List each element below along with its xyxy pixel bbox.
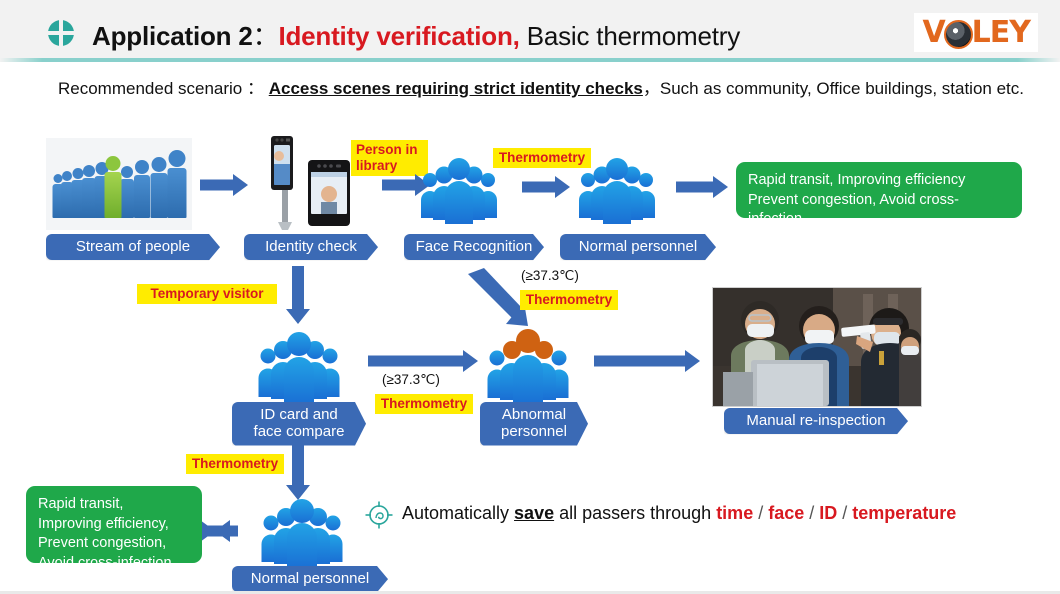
banner-label: Identity check bbox=[265, 238, 357, 255]
greenbox-line1: Rapid transit, bbox=[38, 496, 124, 512]
banner-abnormal-personnel: Abnormal personnel bbox=[480, 402, 588, 446]
arrow-identity-down-to-idcard bbox=[285, 266, 311, 324]
highlight-thermometry-4: Thermometry bbox=[186, 454, 284, 475]
footer-save-word: save bbox=[514, 503, 555, 523]
label-line-2: library bbox=[356, 158, 398, 174]
people-group-face-recognition bbox=[418, 156, 500, 226]
banner-label: Face Recognition bbox=[415, 238, 533, 255]
footer-face: face bbox=[768, 503, 805, 523]
camera-lens-icon bbox=[943, 20, 973, 49]
banner-normal-personnel-bottom: Normal personnel bbox=[232, 566, 388, 592]
footer-sep-2: / bbox=[804, 503, 820, 523]
highlight-label: Thermometry bbox=[498, 150, 586, 165]
banner-label: Manual re-inspection bbox=[746, 412, 886, 429]
slide: Application 2：Identity verification, Bas… bbox=[0, 0, 1060, 594]
arrow-abnormal-to-photo bbox=[594, 350, 700, 372]
banner-face-recognition: Face Recognition bbox=[404, 234, 544, 260]
banner-normal-personnel-top: Normal personnel bbox=[560, 234, 716, 260]
footer-sep-3: / bbox=[837, 503, 853, 523]
banner-stream-of-people: Stream of people bbox=[46, 234, 220, 260]
greenbox-line3: Prevent congestion, bbox=[38, 535, 167, 552]
label-line-2: personnel bbox=[501, 423, 567, 441]
greenbox-top-right: Rapid transit, Improving efficiency Prev… bbox=[736, 162, 1022, 227]
people-group-id-card-compare bbox=[255, 330, 343, 406]
scenario-rest: ，Such as community, Office buildings, st… bbox=[642, 79, 1024, 98]
arrow-normal-to-greenbox-bottom bbox=[200, 520, 252, 542]
arrow-face-to-normal bbox=[522, 176, 570, 198]
banner-manual-reinspection: Manual re-inspection bbox=[724, 408, 908, 434]
circle-cross-icon bbox=[48, 20, 74, 46]
banner-identity-check: Identity check bbox=[244, 234, 378, 260]
arrow-idcard-down-to-normal bbox=[285, 442, 311, 500]
arrow-stream-to-identity bbox=[200, 174, 248, 196]
footer-id: ID bbox=[819, 503, 838, 523]
stream-of-people-photo bbox=[46, 138, 192, 230]
arrow-idcard-to-abnormal bbox=[368, 350, 478, 372]
footer-text-2: all passers through bbox=[554, 503, 717, 523]
title-highlight: Identity verification, bbox=[278, 21, 520, 51]
highlight-label: Thermometry bbox=[191, 456, 279, 471]
scenario-emphasis: Access scenes requiring strict identity … bbox=[268, 79, 643, 98]
greenbox-bottom-left: Rapid transit, Improving efficiency, Pre… bbox=[26, 486, 202, 571]
highlight-label: Temporary visitor bbox=[150, 286, 264, 301]
people-group-normal-personnel-bottom bbox=[258, 498, 346, 570]
people-group-abnormal-personnel bbox=[484, 328, 572, 406]
target-scope-icon bbox=[364, 500, 394, 530]
label-line-2: face compare bbox=[253, 423, 345, 441]
footer-save-statement: Automatically save all passers through t… bbox=[402, 503, 956, 524]
greenbox-line4: Avoid cross-infection. bbox=[38, 554, 176, 571]
footer-time: time bbox=[716, 503, 754, 523]
slide-header: Application 2：Identity verification, Bas… bbox=[0, 0, 1060, 62]
banner-label: Stream of people bbox=[75, 238, 191, 255]
greenbox-line2: Improving efficiency, bbox=[38, 515, 169, 532]
footer-sep-1: / bbox=[753, 503, 769, 523]
temperature-note-lower: (≥37.3℃) bbox=[382, 372, 440, 387]
face-terminal-pole-device bbox=[268, 134, 302, 230]
highlight-label: Thermometry bbox=[525, 292, 613, 307]
arrow-normal-to-greenbox bbox=[676, 176, 728, 198]
label-line-1: Abnormal bbox=[501, 406, 567, 423]
footer-text-1: Automatically bbox=[402, 503, 515, 523]
temperature-note-upper: (≥37.3℃) bbox=[521, 268, 579, 283]
recommended-scenario-line: Recommended scenario ： Access scenes req… bbox=[58, 74, 1048, 99]
highlight-thermometry-3: Thermometry bbox=[375, 394, 473, 415]
title-colon: ： bbox=[252, 21, 279, 51]
highlight-thermometry-2: Thermometry bbox=[520, 290, 618, 311]
header-underline bbox=[0, 58, 1060, 62]
greenbox-line1: Rapid transit, Improving efficiency bbox=[748, 172, 966, 188]
logo-text: V LEY bbox=[922, 15, 1031, 50]
page-title: Application 2：Identity verification, Bas… bbox=[92, 16, 740, 53]
highlight-temporary-visitor: Temporary visitor bbox=[137, 284, 277, 305]
title-rest: Basic thermometry bbox=[519, 21, 741, 51]
banner-label: Normal personnel bbox=[578, 238, 698, 255]
label-line-1: Person in bbox=[356, 142, 418, 157]
scenario-label: Recommended scenario ： bbox=[58, 79, 264, 98]
banner-label: Normal personnel bbox=[250, 570, 370, 587]
title-main: Application 2 bbox=[92, 21, 253, 51]
footer-temperature: temperature bbox=[852, 503, 957, 523]
banner-id-card-and-face-compare: ID card and face compare bbox=[232, 402, 366, 446]
logo-text-after: LEY bbox=[971, 15, 1031, 50]
vcley-logo: V LEY bbox=[914, 13, 1038, 52]
highlight-person-in-library: Person in library bbox=[351, 140, 428, 177]
people-group-normal-personnel-top bbox=[576, 156, 658, 226]
face-terminal-tablet-device bbox=[308, 160, 350, 226]
greenbox-line2: Prevent congestion, Avoid cross-infectio… bbox=[748, 191, 959, 228]
label-line-1: ID card and bbox=[260, 406, 338, 423]
logo-text-before: V bbox=[922, 15, 945, 50]
manual-reinspection-photo bbox=[712, 287, 922, 407]
highlight-label: Thermometry bbox=[380, 396, 468, 411]
